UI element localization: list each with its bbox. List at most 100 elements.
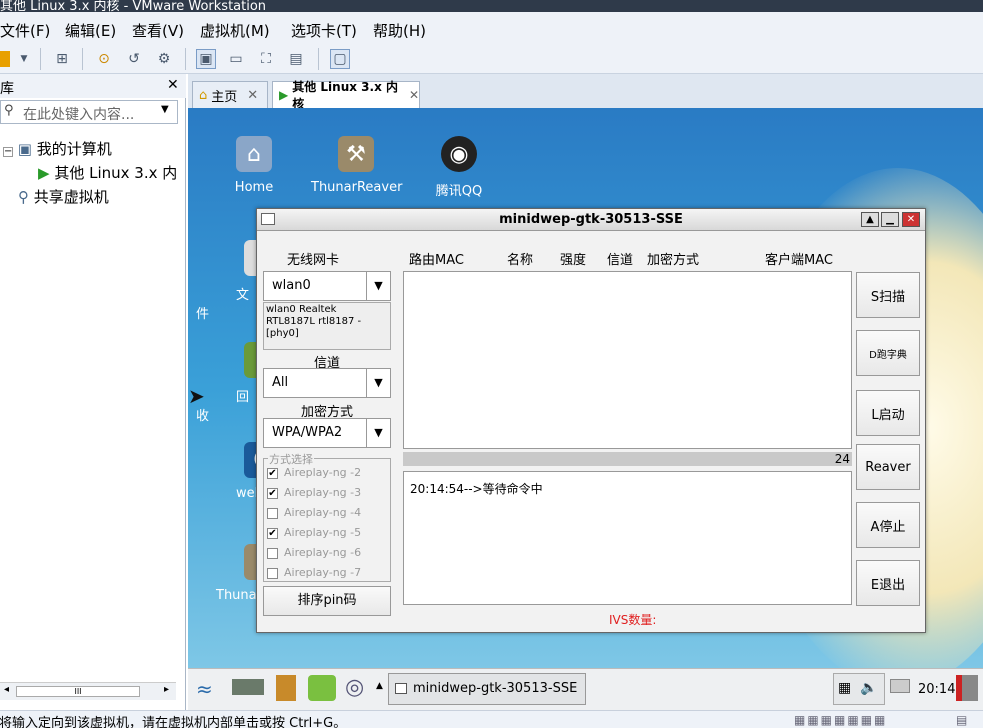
search-icon: ⚲ <box>4 103 14 118</box>
mode-checkbox[interactable]: Aireplay-ng -6 <box>267 546 361 559</box>
col-strength[interactable]: 强度 <box>560 249 586 268</box>
scroll-right-icon[interactable]: ▸ <box>164 684 169 695</box>
editor-icon[interactable] <box>308 675 336 701</box>
app-menu-icon[interactable]: ≈ <box>196 677 213 701</box>
thumbnail-icon[interactable]: ▢ <box>330 49 350 69</box>
tab-close-icon[interactable]: ✕ <box>247 88 258 103</box>
desktop-icon-thunar[interactable]: Thuna <box>196 544 280 603</box>
taskbar-task-minidwep[interactable]: minidwep-gtk-30513-SSE <box>388 673 586 705</box>
menu-bar: 文件(F) 编辑(E) 查看(V) 虚拟机(M) 选项卡(T) 帮助(H) <box>0 12 983 44</box>
menu-tabs[interactable]: 选项卡(T) <box>291 20 357 41</box>
menu-vm[interactable]: 虚拟机(M) <box>200 20 270 41</box>
logout-icon[interactable] <box>956 675 978 701</box>
mode-checkbox[interactable]: ✔ Aireplay-ng -5 <box>267 526 361 539</box>
search-dropdown-icon[interactable]: ▼ <box>161 104 169 115</box>
collapse-icon[interactable]: − <box>3 147 13 157</box>
sort-pin-button[interactable]: 排序pin码 <box>263 586 391 616</box>
device-status-icons[interactable]: ▦▦▦▦▦▦▦ <box>794 713 887 727</box>
menu-file[interactable]: 文件(F) <box>0 20 50 41</box>
tree-vm-item[interactable]: ▶ 其他 Linux 3.x 内 <box>38 162 177 183</box>
scan-button[interactable]: S扫描 <box>856 272 920 318</box>
library-search-input[interactable]: ⚲ 在此处键入内容... ▼ <box>0 100 178 124</box>
menu-edit[interactable]: 编辑(E) <box>65 20 116 41</box>
clock[interactable]: 20:14 <box>918 682 955 697</box>
library-horizontal-scrollbar[interactable]: ◂ III ▸ <box>0 682 176 700</box>
tree-my-computer[interactable]: − ▣ 我的计算机 <box>3 138 112 159</box>
ap-list-table[interactable] <box>403 271 852 449</box>
library-header: 库 ✕ <box>0 74 186 98</box>
drive-icon[interactable] <box>232 679 264 695</box>
network-icon[interactable]: ⊞ <box>52 49 72 69</box>
dropdown-icon[interactable]: ▼ <box>366 419 390 447</box>
file-manager-icon[interactable] <box>276 675 296 701</box>
col-encryption[interactable]: 加密方式 <box>647 249 699 268</box>
scroll-thumb[interactable]: III <box>16 686 140 697</box>
desktop-icon-thunarreaver[interactable]: ⚒ ThunarReaver <box>311 136 403 195</box>
reaver-button[interactable]: Reaver <box>856 444 920 490</box>
tab-home[interactable]: ⌂ 主页 ✕ <box>192 81 268 108</box>
exit-button[interactable]: E退出 <box>856 560 920 606</box>
minimize-button[interactable]: ▁ <box>881 212 899 227</box>
desktop-icon-web[interactable]: Q web <box>196 442 280 501</box>
desktop-icon-files[interactable]: 文件 <box>196 240 280 322</box>
unity-icon[interactable]: ▤ <box>286 49 306 69</box>
desktop-icon-qq[interactable]: ◉ 腾讯QQ <box>414 136 504 199</box>
tree-shared-vms[interactable]: ⚲ 共享虚拟机 <box>18 186 109 207</box>
power-icon[interactable] <box>0 51 10 67</box>
message-log-icon[interactable]: ▤ <box>956 713 967 727</box>
mode-checkbox[interactable]: ✔ Aireplay-ng -3 <box>267 486 361 499</box>
tree-my-computer-label: 我的计算机 <box>36 140 112 158</box>
menu-view[interactable]: 查看(V) <box>132 20 184 41</box>
desktop-icon-trash[interactable]: 回收 <box>196 342 280 424</box>
desktop-icon-home[interactable]: ⌂ Home <box>209 136 299 195</box>
search-placeholder: 在此处键入内容... <box>23 107 135 123</box>
close-button[interactable]: ✕ <box>902 212 920 227</box>
minidwep-title-bar: minidwep-gtk-30513-SSE ▲ ▁ ✕ <box>257 209 925 231</box>
library-title: 库 <box>0 81 14 97</box>
mode-group-label: 方式选择 <box>268 451 314 467</box>
vm-running-icon: ▶ <box>38 164 50 182</box>
power-dropdown-icon[interactable]: ▼ <box>14 49 34 69</box>
show-library-icon[interactable]: ▣ <box>196 49 216 69</box>
volume-icon[interactable]: 🔈 <box>860 680 877 696</box>
network-tray-icon[interactable]: ▦ <box>838 680 851 696</box>
tab-close-icon[interactable]: ✕ <box>409 88 419 102</box>
fullscreen-icon[interactable]: ⛶ <box>256 49 276 69</box>
minidwep-title: minidwep-gtk-30513-SSE <box>499 212 683 227</box>
desktop-icon-files-label: 文件 <box>196 288 250 322</box>
dropdown-icon[interactable]: ▼ <box>366 272 390 300</box>
desktop-icon-thunarreaver-label: ThunarReaver <box>311 180 403 195</box>
toolbar: ▼ ⊞ ⊙ ↺ ⚙ ▣ ▭ ⛶ ▤ ▢ <box>0 44 983 74</box>
guest-desktop[interactable]: ⌂ Home ⚒ ThunarReaver ◉ 腾讯QQ 文件 回收 Q web… <box>188 108 983 668</box>
snapshot-manager-icon[interactable]: ⚙ <box>154 49 174 69</box>
vm-tab-icon: ▶ <box>279 88 289 102</box>
browser-icon[interactable]: ◎ <box>345 675 364 700</box>
col-router-mac[interactable]: 路由MAC <box>409 249 464 268</box>
revert-snapshot-icon[interactable]: ↺ <box>124 49 144 69</box>
launch-button[interactable]: L启动 <box>856 390 920 436</box>
col-channel[interactable]: 信道 <box>607 249 633 268</box>
channel-select[interactable]: All ▼ <box>263 368 391 398</box>
col-name[interactable]: 名称 <box>507 249 533 268</box>
console-view-icon[interactable]: ▭ <box>226 49 246 69</box>
menu-help[interactable]: 帮助(H) <box>373 20 426 41</box>
shade-button[interactable]: ▲ <box>861 212 879 227</box>
stop-button[interactable]: A停止 <box>856 502 920 548</box>
drive-tray-icon[interactable] <box>890 679 910 693</box>
dropdown-icon[interactable]: ▼ <box>366 369 390 397</box>
mode-checkbox[interactable]: ✔ Aireplay-ng -2 <box>267 466 361 479</box>
close-icon[interactable]: ✕ <box>167 77 179 93</box>
scroll-left-icon[interactable]: ◂ <box>4 684 9 695</box>
dictionary-button[interactable]: D跑字典 <box>856 330 920 376</box>
launcher-arrow-icon[interactable]: ▲ <box>376 681 383 691</box>
encryption-select[interactable]: WPA/WPA2 ▼ <box>263 418 391 448</box>
snapshot-icon[interactable]: ⊙ <box>94 49 114 69</box>
mode-checkbox[interactable]: Aireplay-ng -4 <box>267 506 361 519</box>
col-client-mac[interactable]: 客户端MAC <box>765 249 833 268</box>
log-area[interactable]: 20:14:54-->等待命令中 <box>403 471 852 605</box>
wireless-select[interactable]: wlan0 ▼ <box>263 271 391 301</box>
mode-checkbox[interactable]: Aireplay-ng -7 <box>267 566 361 579</box>
window-menu-icon[interactable] <box>261 213 275 225</box>
desktop-icon-thunar-label: Thuna <box>216 588 257 603</box>
tab-vm[interactable]: ▶ 其他 Linux 3.x 内核 ✕ <box>272 80 420 111</box>
